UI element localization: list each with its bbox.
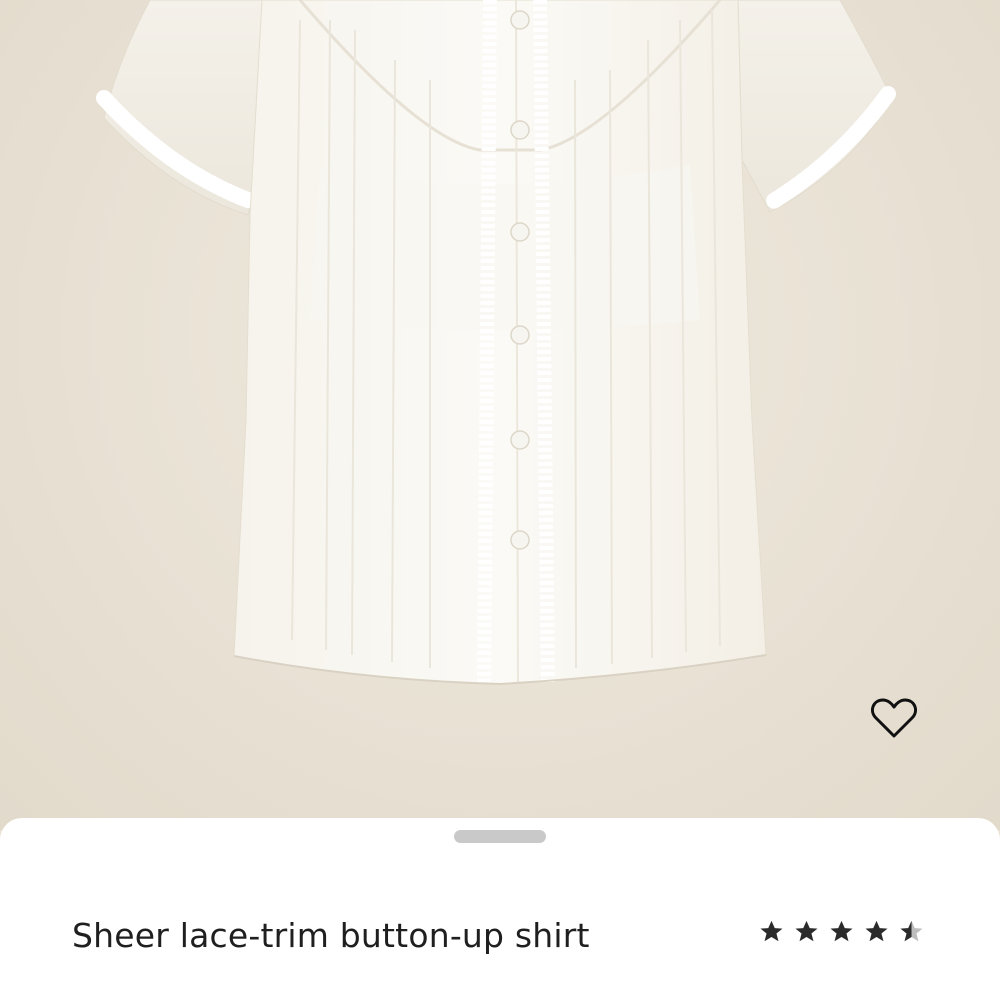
star-icon [830, 920, 853, 942]
star-icon [865, 920, 888, 942]
product-rating[interactable] [758, 918, 925, 945]
product-detail-screen: Sheer lace-trim button-up shirt [0, 0, 1000, 1000]
star-half-icon [900, 920, 923, 942]
star-icon [795, 920, 818, 942]
product-title: Sheer lace-trim button-up shirt [72, 916, 590, 955]
heart-outline-icon [871, 698, 917, 738]
sheet-drag-handle[interactable] [454, 830, 546, 843]
favorite-button[interactable] [864, 690, 924, 746]
product-image [96, 0, 896, 686]
product-info-sheet: Sheer lace-trim button-up shirt [0, 818, 1000, 1000]
star-icon [760, 920, 783, 942]
product-image-area[interactable] [0, 0, 1000, 830]
